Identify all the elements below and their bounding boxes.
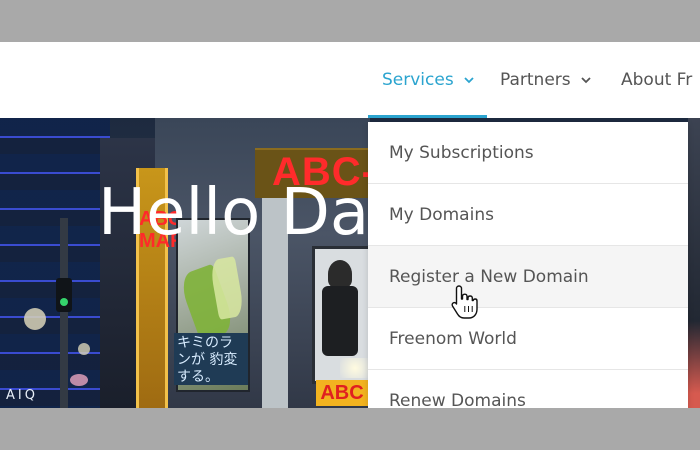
nav-about[interactable]: About Fr	[621, 42, 692, 118]
top-navbar: Services Partners About Fr	[0, 42, 700, 118]
dropdown-item-freenom-world[interactable]: Freenom World	[368, 308, 688, 370]
chevron-down-icon	[579, 73, 593, 87]
top-frame	[0, 0, 700, 42]
store-sign-small: ABC	[316, 380, 368, 406]
nav-services[interactable]: Services	[382, 42, 476, 118]
bottom-frame	[0, 408, 700, 450]
nav-partners-label: Partners	[500, 70, 571, 90]
light-glow	[340, 358, 370, 378]
dropdown-item-label: Renew Domains	[389, 390, 526, 409]
hero-right-edge	[688, 118, 700, 408]
dropdown-item-my-domains[interactable]: My Domains	[368, 184, 688, 246]
person-head	[328, 260, 352, 288]
dropdown-item-label: My Subscriptions	[389, 142, 534, 163]
dropdown-item-renew-domains[interactable]: Renew Domains	[368, 370, 688, 409]
street-lamp	[78, 343, 90, 355]
billboard-text: キミのランが 豹変する。	[174, 333, 248, 385]
hero-title: Hello Da	[98, 176, 370, 250]
dropdown-item-label: Freenom World	[389, 328, 517, 349]
dropdown-item-label: Register a New Domain	[389, 266, 589, 287]
nav-about-label: About Fr	[621, 70, 693, 90]
dropdown-item-label: My Domains	[389, 204, 494, 225]
nav-partners[interactable]: Partners	[500, 42, 593, 118]
dropdown-item-register-new-domain[interactable]: Register a New Domain	[368, 246, 688, 308]
street-sign-text: AIQ	[6, 388, 38, 403]
services-dropdown-menu: My Subscriptions My Domains Register a N…	[368, 122, 688, 408]
hero-bg-building-left	[0, 118, 110, 408]
street-lamp	[24, 308, 46, 330]
hand-pointer-icon	[450, 284, 478, 320]
chevron-down-icon	[462, 73, 476, 87]
flower-decoration	[70, 374, 88, 386]
person-body	[322, 286, 358, 356]
traffic-light	[56, 278, 72, 312]
nav-services-label: Services	[382, 70, 454, 90]
street-pole	[60, 218, 68, 408]
dropdown-item-my-subscriptions[interactable]: My Subscriptions	[368, 122, 688, 184]
